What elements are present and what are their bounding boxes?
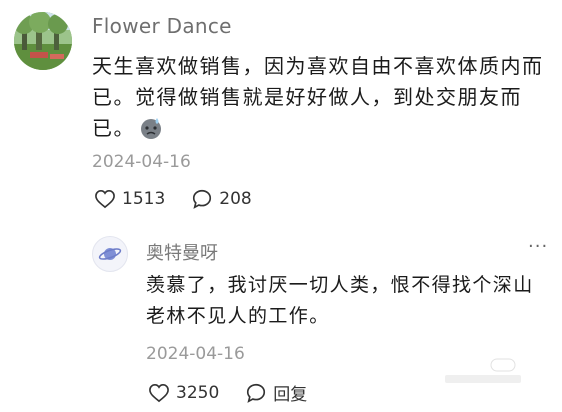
avatar[interactable] bbox=[92, 236, 128, 272]
watermark bbox=[443, 357, 523, 389]
heart-outline-icon bbox=[95, 189, 115, 209]
more-options-button[interactable]: ··· bbox=[528, 236, 548, 257]
comment-author[interactable]: Flower Dance bbox=[92, 14, 232, 38]
avatar[interactable] bbox=[14, 12, 72, 70]
reply-count: 208 bbox=[219, 189, 252, 209]
comment-date: 2024-04-16 bbox=[92, 152, 191, 172]
avatar-image bbox=[14, 12, 72, 70]
like-count: 1513 bbox=[122, 189, 166, 209]
comment-text: 天生喜欢做销售，因为喜欢自由不喜欢体质内而已。觉得做销售就是好好做人，到处交朋友… bbox=[92, 51, 547, 149]
reply-actions: 3250 回复 bbox=[148, 380, 333, 405]
speech-bubble-icon bbox=[193, 189, 212, 209]
reply-count-button[interactable]: 208 bbox=[191, 188, 252, 210]
like-button[interactable]: 3250 bbox=[148, 383, 219, 403]
reply-author[interactable]: 奥特曼呀 bbox=[146, 239, 218, 265]
reply-button[interactable]: 回复 bbox=[245, 380, 307, 405]
like-count: 3250 bbox=[176, 382, 220, 403]
comment-actions: 1513 208 bbox=[94, 188, 278, 210]
planet-icon bbox=[98, 248, 122, 260]
like-button[interactable]: 1513 bbox=[94, 189, 165, 209]
heart-outline-icon bbox=[149, 383, 169, 402]
reply-label: 回复 bbox=[273, 385, 308, 405]
reply-text: 羡慕了，我讨厌一切人类，恨不得找个深山老林不见人的工作。 bbox=[146, 274, 534, 327]
reply-date: 2024-04-16 bbox=[146, 344, 245, 364]
sweat-face-emoji-icon bbox=[139, 116, 163, 149]
speech-bubble-icon bbox=[247, 383, 266, 403]
